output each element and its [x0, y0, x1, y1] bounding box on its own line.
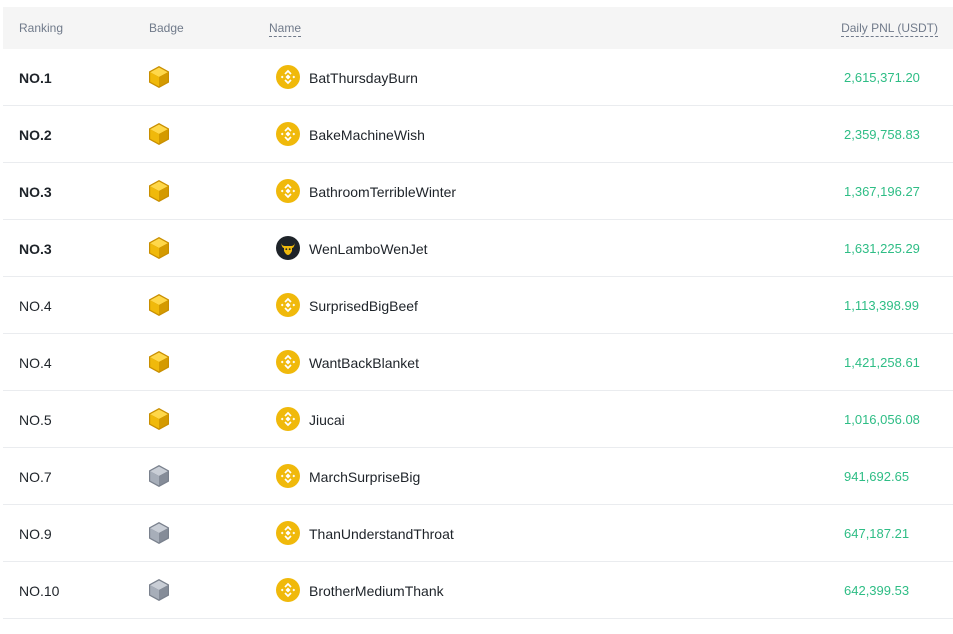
trader-name[interactable]: ThanUnderstandThroat [309, 526, 454, 542]
rank-label: NO.1 [19, 70, 52, 86]
trader-name[interactable]: Jiucai [309, 412, 345, 428]
gold-badge-icon [147, 293, 171, 317]
rank-label: NO.5 [19, 412, 52, 428]
table-row[interactable]: NO.7 MarchSurpriseBig 941,692.65 [3, 448, 953, 505]
table-row[interactable]: NO.4 SurprisedBigBeef 1,113,398.99 [3, 277, 953, 334]
binance-avatar-icon[interactable] [276, 179, 300, 203]
trader-name[interactable]: WantBackBlanket [309, 355, 419, 371]
daily-pnl-value: 1,631,225.29 [844, 241, 920, 256]
trader-name[interactable]: WenLamboWenJet [309, 241, 428, 257]
daily-pnl-value: 1,016,056.08 [844, 412, 920, 427]
daily-pnl-value: 642,399.53 [844, 583, 910, 598]
binance-avatar-icon[interactable] [276, 578, 300, 602]
table-row[interactable]: NO.9 ThanUnderstandThroat 647,187.21 [3, 505, 953, 562]
column-header-badge: Badge [149, 21, 184, 35]
gold-badge-icon [147, 407, 171, 431]
table-body: NO.1 BatThursdayBurn 2,615,371.20 NO.2 BakeM… [0, 49, 953, 619]
silver-badge-icon [147, 464, 171, 488]
binance-avatar-icon[interactable] [276, 407, 300, 431]
rank-label: NO.7 [19, 469, 52, 485]
daily-pnl-value: 941,692.65 [844, 469, 910, 484]
trader-name[interactable]: BakeMachineWish [309, 127, 425, 143]
binance-avatar-icon[interactable] [276, 293, 300, 317]
rank-label: NO.9 [19, 526, 52, 542]
trader-name[interactable]: BathroomTerribleWinter [309, 184, 456, 200]
table-row[interactable]: NO.3 BathroomTerribleWinter 1,367,196.27 [3, 163, 953, 220]
rank-label: NO.4 [19, 355, 52, 371]
rank-label: NO.3 [19, 184, 52, 200]
binance-avatar-icon[interactable] [276, 521, 300, 545]
gold-badge-icon [147, 179, 171, 203]
trader-name[interactable]: BrotherMediumThank [309, 583, 444, 599]
binance-avatar-icon[interactable] [276, 464, 300, 488]
binance-avatar-icon[interactable] [276, 65, 300, 89]
table-row[interactable]: NO.2 BakeMachineWish 2,359,758.83 [3, 106, 953, 163]
leaderboard-table: Ranking Badge Name Daily PNL (USDT) NO.1… [0, 7, 953, 619]
daily-pnl-value: 647,187.21 [844, 526, 910, 541]
rank-label: NO.3 [19, 241, 52, 257]
daily-pnl-value: 2,359,758.83 [844, 127, 920, 142]
column-header-name[interactable]: Name [269, 21, 302, 37]
table-header: Ranking Badge Name Daily PNL (USDT) [3, 7, 953, 49]
daily-pnl-value: 2,615,371.20 [844, 70, 920, 85]
rank-label: NO.10 [19, 583, 60, 599]
gold-badge-icon [147, 350, 171, 374]
column-header-daily-pnl[interactable]: Daily PNL (USDT) [841, 21, 938, 37]
binance-avatar-icon[interactable] [276, 350, 300, 374]
rank-label: NO.4 [19, 298, 52, 314]
silver-badge-icon [147, 521, 171, 545]
binance-avatar-icon[interactable] [276, 122, 300, 146]
daily-pnl-value: 1,367,196.27 [844, 184, 920, 199]
table-row[interactable]: NO.1 BatThursdayBurn 2,615,371.20 [3, 49, 953, 106]
trader-name[interactable]: SurprisedBigBeef [309, 298, 418, 314]
gold-badge-icon [147, 122, 171, 146]
daily-pnl-value: 1,113,398.99 [844, 298, 919, 313]
column-header-ranking: Ranking [19, 21, 64, 35]
table-row[interactable]: NO.5 Jiucai 1,016,056.08 [3, 391, 953, 448]
gold-badge-icon [147, 236, 171, 260]
trader-name[interactable]: BatThursdayBurn [309, 70, 418, 86]
table-row[interactable]: NO.3 WenLamboWenJet 1,631,225.29 [3, 220, 953, 277]
gold-badge-icon [147, 65, 171, 89]
rank-label: NO.2 [19, 127, 52, 143]
table-row[interactable]: NO.10 BrotherMediumThank 642,399.53 [3, 562, 953, 619]
silver-badge-icon [147, 578, 171, 602]
bull-avatar-icon[interactable] [276, 236, 300, 260]
daily-pnl-value: 1,421,258.61 [844, 355, 920, 370]
table-row[interactable]: NO.4 WantBackBlanket 1,421,258.61 [3, 334, 953, 391]
trader-name[interactable]: MarchSurpriseBig [309, 469, 420, 485]
